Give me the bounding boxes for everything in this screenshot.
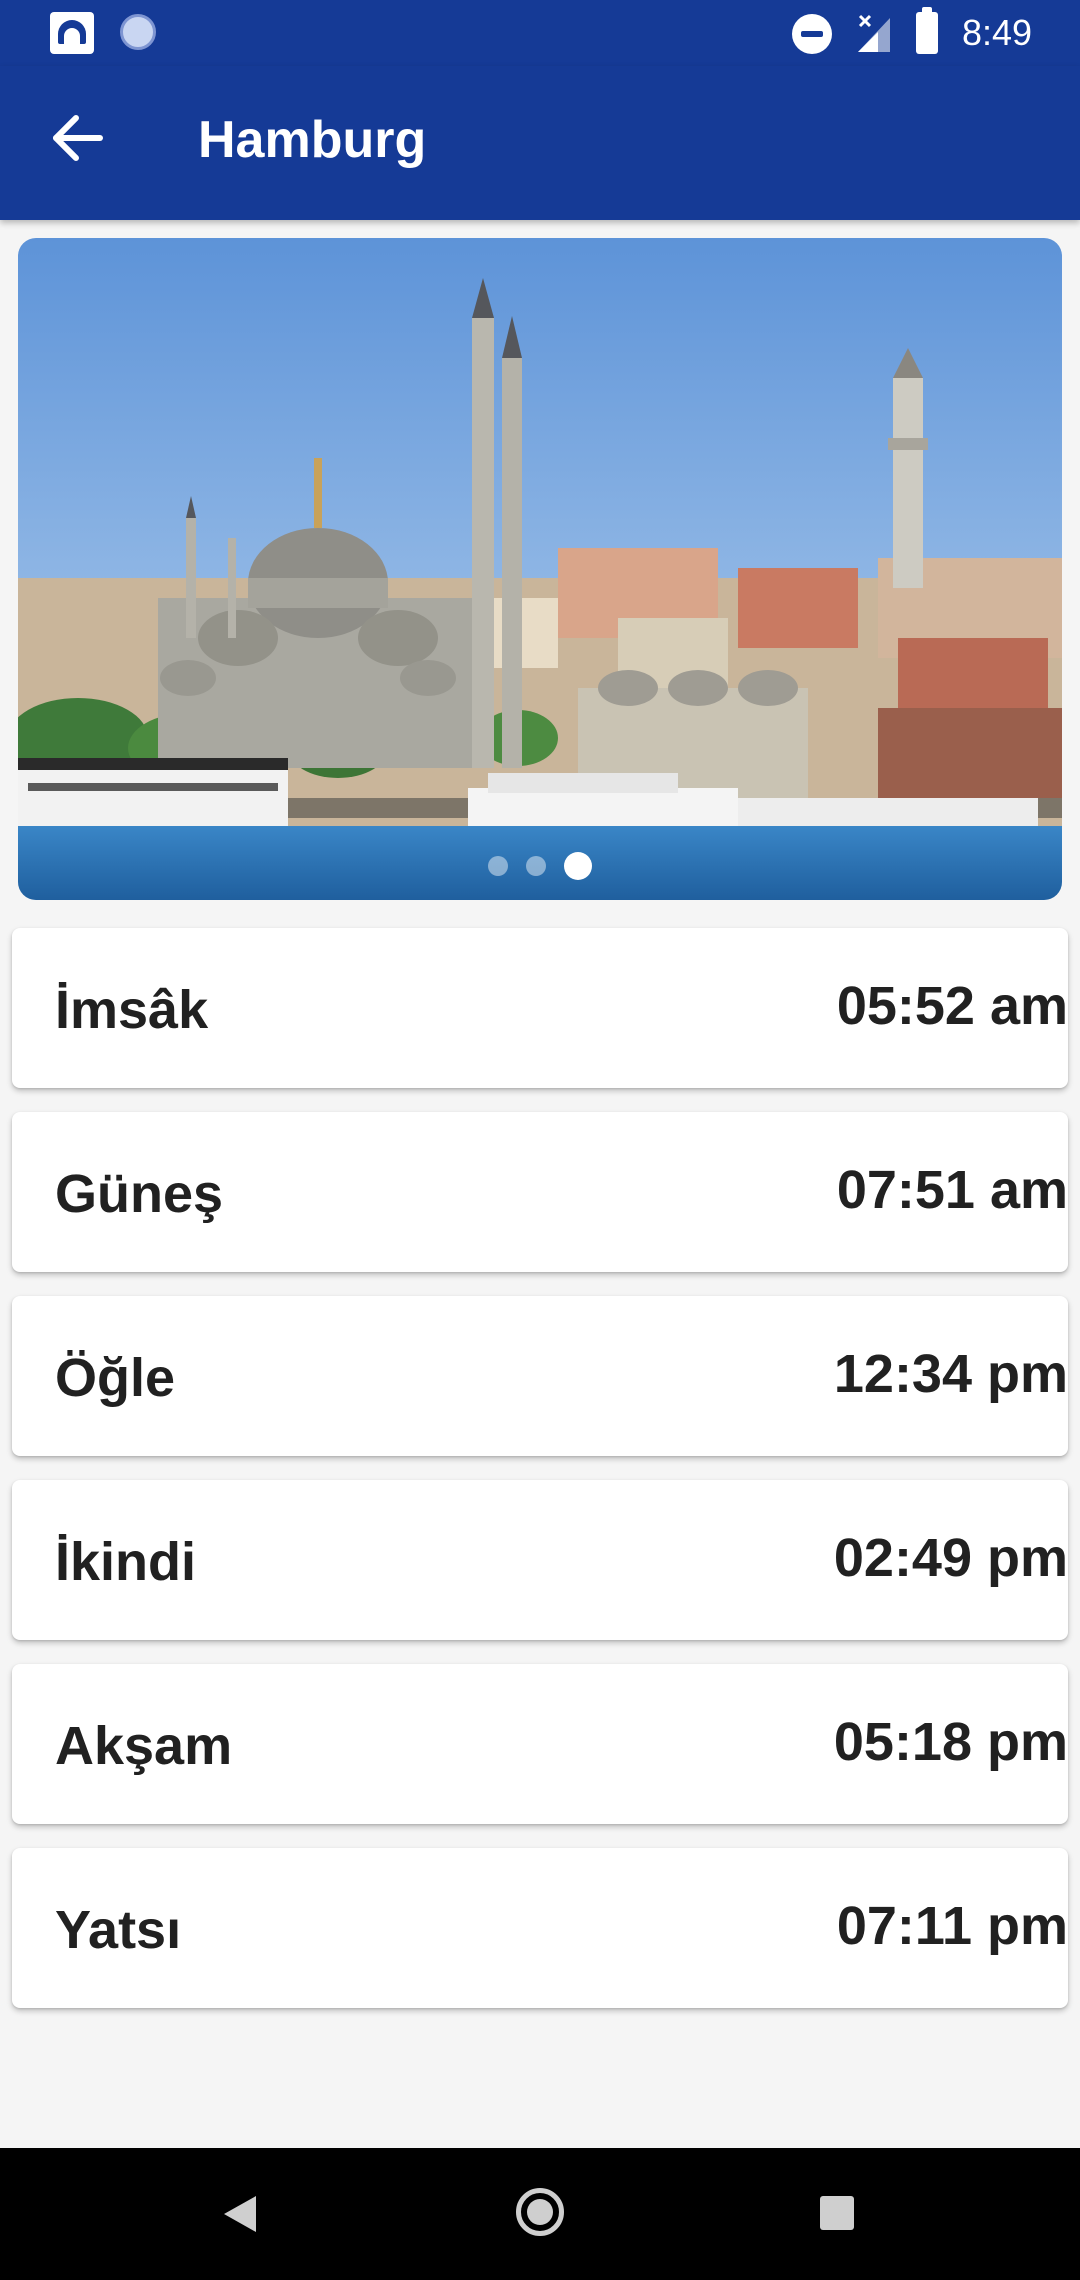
- prayer-time: 07:51 am: [836, 1160, 1068, 1220]
- prayer-time: 07:11 pm: [836, 1896, 1068, 1956]
- do-not-disturb-icon: [792, 14, 832, 54]
- arrow-left-icon[interactable]: [50, 110, 106, 166]
- image-carousel[interactable]: [18, 238, 1062, 900]
- carousel-dot[interactable]: [488, 856, 508, 876]
- prayer-row: Yatsı 07:11 pm: [12, 1848, 1068, 2008]
- prayer-name: Akşam: [55, 1716, 233, 1776]
- prayer-row: Akşam 05:18 pm: [12, 1664, 1068, 1824]
- prayer-name: Yatsı: [55, 1900, 182, 1960]
- sync-icon: [120, 14, 156, 50]
- carousel-image: [18, 238, 1062, 900]
- prayer-row: Güneş 07:51 am: [12, 1112, 1068, 1272]
- prayer-name: İmsâk: [55, 980, 209, 1040]
- prayer-time: 12:34 pm: [833, 1344, 1068, 1404]
- status-bar: 8:49: [0, 0, 1080, 66]
- battery-icon: [916, 7, 938, 54]
- prayer-time: 05:52 am: [836, 976, 1068, 1036]
- nav-back-icon[interactable]: [224, 2196, 256, 2232]
- app-screen: 8:49 Hamburg İmsâk 05:52 am Güneş 07:51 …: [0, 0, 1080, 2280]
- app-bar: Hamburg: [0, 66, 1080, 220]
- app-logo-icon: [50, 12, 94, 54]
- carousel-dot-active[interactable]: [564, 852, 592, 880]
- status-time: 8:49: [962, 12, 1033, 53]
- prayer-name: İkindi: [55, 1532, 197, 1592]
- carousel-indicator: [18, 852, 1062, 880]
- prayer-time: 02:49 pm: [833, 1528, 1068, 1588]
- prayer-time: 05:18 pm: [833, 1712, 1068, 1772]
- nav-home-icon[interactable]: [516, 2188, 564, 2236]
- nav-recents-icon[interactable]: [820, 2196, 854, 2230]
- prayer-row: İkindi 02:49 pm: [12, 1480, 1068, 1640]
- page-title: Hamburg: [198, 111, 427, 169]
- prayer-row: Öğle 12:34 pm: [12, 1296, 1068, 1456]
- carousel-dot[interactable]: [526, 856, 546, 876]
- signal-icon: [858, 14, 890, 52]
- system-nav-bar: [0, 2148, 1080, 2280]
- prayer-name: Öğle: [55, 1348, 176, 1408]
- prayer-name: Güneş: [55, 1164, 224, 1224]
- prayer-row: İmsâk 05:52 am: [12, 928, 1068, 1088]
